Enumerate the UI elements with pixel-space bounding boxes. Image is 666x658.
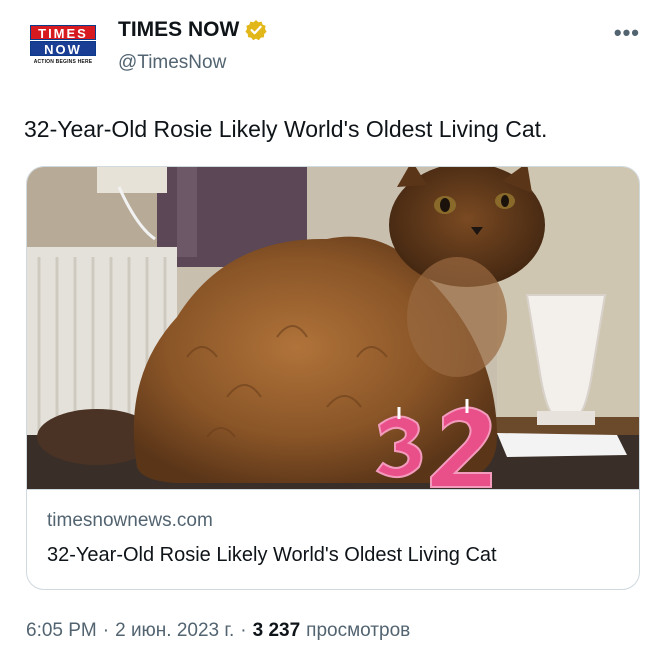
handle[interactable]: @TimesNow [118, 52, 226, 74]
card-image[interactable] [27, 167, 639, 489]
link-card[interactable]: timesnownews.com 32-Year-Old Rosie Likel… [26, 166, 640, 590]
cat-photo-icon [27, 167, 639, 489]
card-domain: timesnownews.com [47, 510, 213, 531]
more-options-icon[interactable]: ••• [614, 20, 640, 46]
tweet-meta: 6:05 PM · 2 июн. 2023 г. · 3 237 просмот… [26, 620, 410, 642]
card-title[interactable]: 32-Year-Old Rosie Likely World's Oldest … [47, 544, 497, 567]
meta-separator: · [240, 620, 247, 641]
tweet-text: 32-Year-Old Rosie Likely World's Oldest … [24, 116, 548, 142]
meta-separator: · [102, 620, 110, 641]
tweet-time[interactable]: 6:05 PM [26, 620, 97, 642]
verified-badge-icon[interactable] [245, 19, 267, 41]
logo-line-1: TIMES [30, 25, 96, 41]
tweet-date[interactable]: 2 июн. 2023 г. [115, 620, 234, 642]
card-info[interactable]: timesnownews.com 32-Year-Old Rosie Likel… [27, 489, 639, 589]
times-now-logo: TIMES NOW ACTION BEGINS HERE [30, 25, 96, 65]
avatar[interactable]: TIMES NOW ACTION BEGINS HERE [24, 20, 102, 70]
name-row: TIMES NOW [118, 18, 267, 42]
logo-tagline: ACTION BEGINS HERE [33, 59, 93, 65]
display-name[interactable]: TIMES NOW [118, 18, 239, 42]
views-label[interactable]: просмотров [306, 620, 410, 642]
views-count[interactable]: 3 237 [253, 620, 301, 642]
logo-line-2: NOW [30, 41, 96, 57]
tweet: TIMES NOW ACTION BEGINS HERE TIMES NOW @… [0, 0, 666, 658]
